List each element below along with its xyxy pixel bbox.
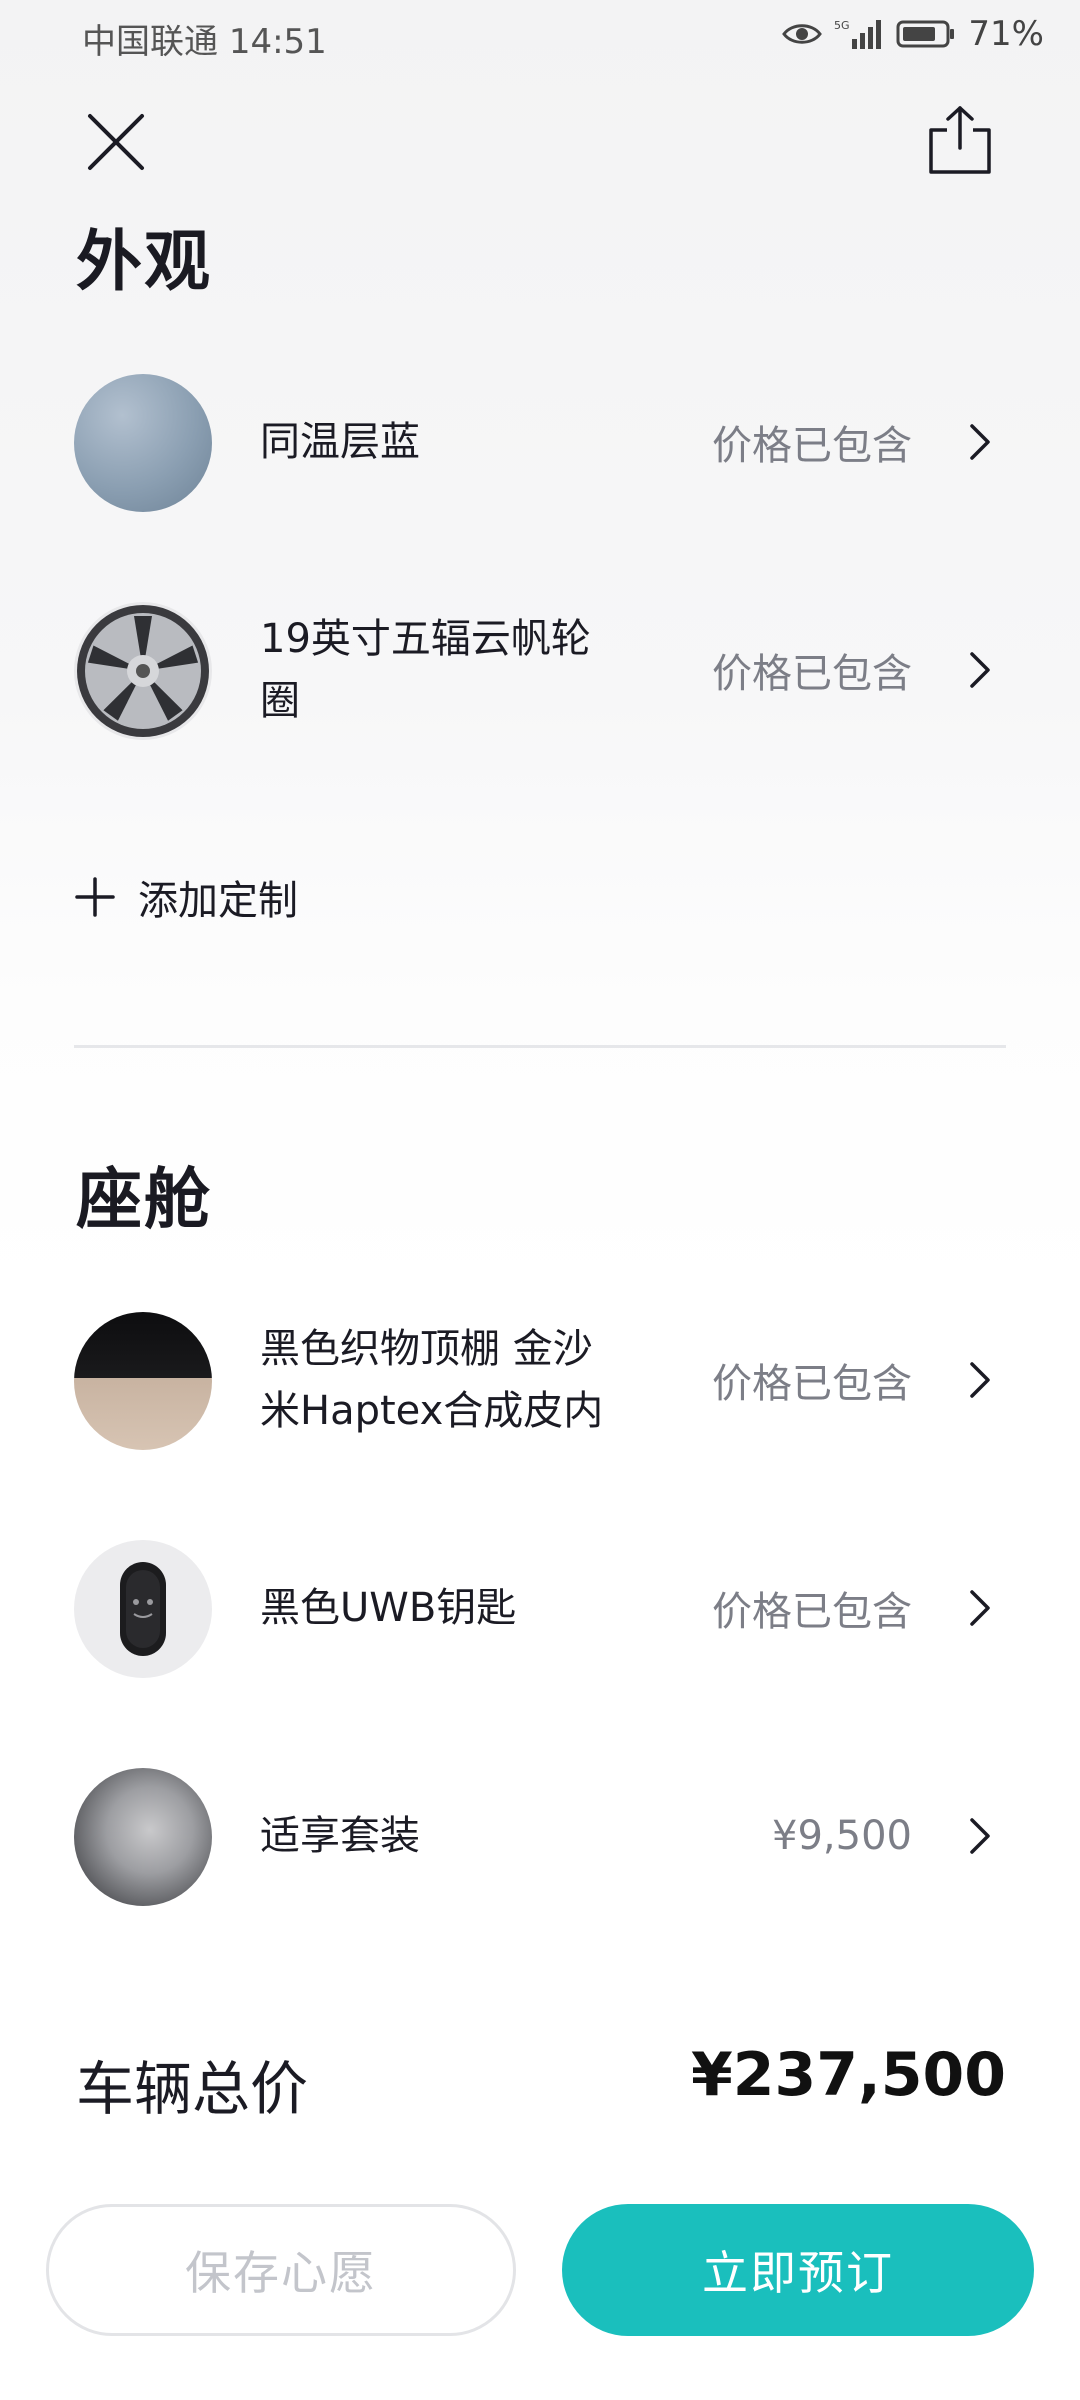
close-button[interactable] <box>80 106 152 178</box>
close-icon <box>88 114 144 170</box>
order-now-button[interactable]: 立即预订 <box>562 2204 1034 2336</box>
option-row-wheels[interactable]: 19英寸五辐云帆轮圈 价格已包含 <box>0 600 1080 740</box>
comfort-pack-thumb <box>74 1768 212 1906</box>
uwb-key-image <box>120 1562 166 1656</box>
section-divider <box>74 1045 1006 1048</box>
interior-trim-thumb <box>74 1312 212 1450</box>
option-price: ¥9,500 <box>772 1813 912 1859</box>
option-row-interior[interactable]: 黑色织物顶棚 金沙米Haptex合成皮内 价格已包含 <box>0 1310 1080 1450</box>
time-label: 14:51 <box>228 22 327 62</box>
paint-swatch-thumb <box>74 374 212 512</box>
chevron-right-icon <box>960 416 1000 468</box>
battery-percent: 71% <box>968 14 1044 54</box>
chevron-right-icon <box>960 1354 1000 1406</box>
add-customization-button[interactable]: 添加定制 <box>74 868 298 926</box>
signal-icon: 5G <box>834 17 884 51</box>
option-name: 黑色织物顶棚 金沙米Haptex合成皮内 <box>260 1326 604 1434</box>
plus-icon <box>75 877 115 917</box>
save-wishlist-button[interactable]: 保存心愿 <box>46 2204 516 2336</box>
option-price: 价格已包含 <box>712 1361 912 1407</box>
option-row-comfort-pack[interactable]: 适享套装 ¥9,500 <box>0 1766 1080 1906</box>
wheel-thumb <box>74 602 212 740</box>
chevron-right-icon <box>960 644 1000 696</box>
wheel-image <box>77 605 209 737</box>
section-title-exterior: 外观 <box>76 223 212 300</box>
section-title-cabin: 座舱 <box>76 1161 212 1238</box>
status-left: 中国联通 14:51 <box>82 14 327 63</box>
chevron-right-icon <box>960 1582 1000 1634</box>
status-right: 5G 71% <box>782 14 1044 54</box>
option-name: 同温层蓝 <box>260 419 420 465</box>
share-button[interactable] <box>920 100 1000 180</box>
add-customization-label: 添加定制 <box>138 878 298 924</box>
total-price-value: ¥237,500 <box>690 2040 1006 2110</box>
option-price: 价格已包含 <box>712 651 912 697</box>
chevron-right-icon <box>960 1810 1000 1862</box>
option-price: 价格已包含 <box>712 1589 912 1635</box>
status-bar: 中国联通 14:51 5G 71% <box>0 0 1080 76</box>
key-thumb <box>74 1540 212 1678</box>
total-price-label: 车辆总价 <box>76 2055 309 2123</box>
option-row-key[interactable]: 黑色UWB钥匙 价格已包含 <box>0 1538 1080 1678</box>
option-price: 价格已包含 <box>712 423 912 469</box>
option-name: 黑色UWB钥匙 <box>260 1585 517 1631</box>
top-bar <box>0 90 1080 190</box>
option-row-paint[interactable]: 同温层蓝 价格已包含 <box>0 372 1080 512</box>
battery-icon <box>896 19 956 49</box>
share-icon <box>929 106 991 174</box>
carrier-label: 中国联通 <box>82 22 218 62</box>
option-name: 适享套装 <box>260 1813 420 1859</box>
network-label: 5G <box>834 19 850 32</box>
eye-icon <box>782 21 823 47</box>
option-name: 19英寸五辐云帆轮圈 <box>260 616 591 724</box>
